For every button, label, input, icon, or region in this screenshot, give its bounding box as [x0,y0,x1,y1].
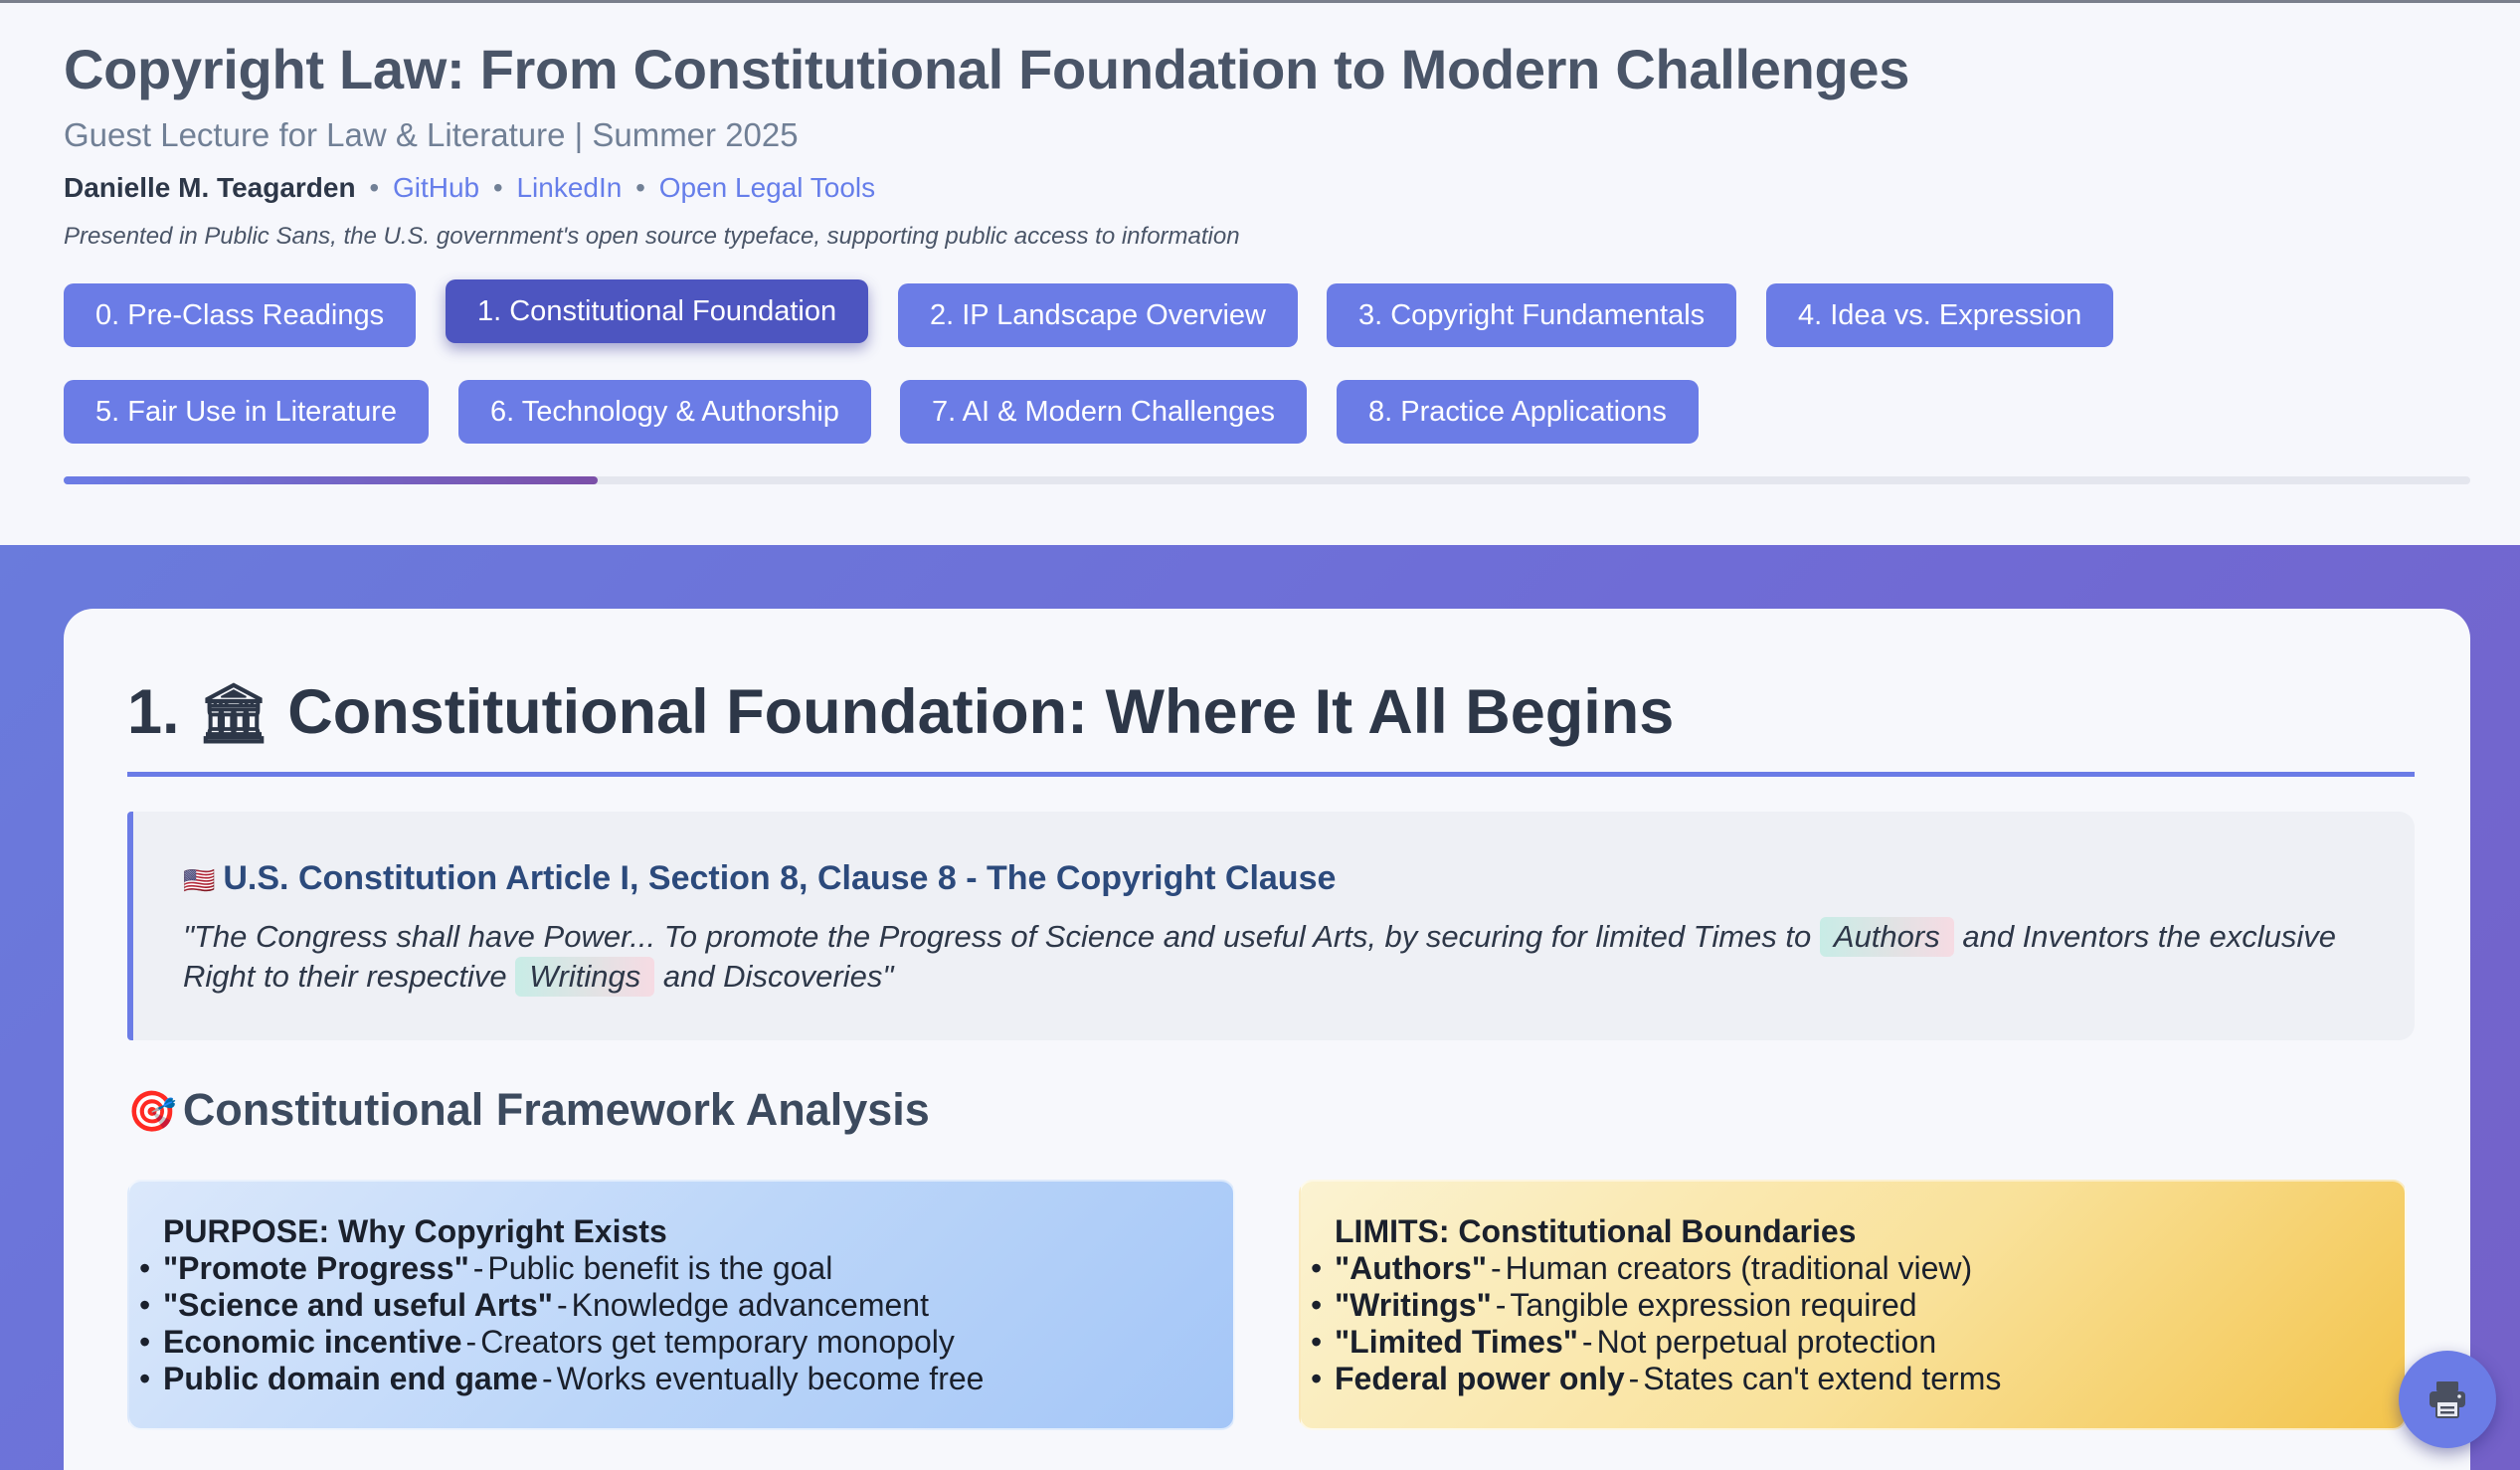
highlight-writings: Writings [515,957,655,997]
tab-pre-class-readings[interactable]: 0. Pre-Class Readings [64,283,417,347]
list-item: "Limited Times"-Not perpetual protection [1311,1324,2405,1361]
list-item-term: Federal power only [1335,1361,1625,1396]
list-item-desc: Human creators (traditional view) [1505,1250,1973,1286]
limits-box: LIMITS: Constitutional Boundaries "Autho… [1299,1180,2407,1430]
tab-idea-vs-expression[interactable]: 4. Idea vs. Expression [1766,283,2114,347]
list-item-desc: Tangible expression required [1510,1287,1917,1323]
list-item-term: "Writings" [1335,1287,1492,1323]
quote-part: "The Congress shall have Power... To pro… [183,919,1820,954]
page: Copyright Law: From Constitutional Found… [0,0,2520,1470]
framework-heading-text: Constitutional Framework Analysis [182,1084,930,1135]
tab-technology-authorship[interactable]: 6. Technology & Authorship [458,380,871,444]
list-item-desc: Not perpetual protection [1596,1324,1937,1360]
list-item-term: "Promote Progress" [163,1250,469,1286]
quote-text: "The Congress shall have Power... To pro… [183,917,2371,997]
quote-part: and Discoveries" [654,959,894,994]
list-item-term: "Authors" [1335,1250,1487,1286]
list-item-term: "Science and useful Arts" [163,1287,553,1323]
list-item: Economic incentive-Creators get temporar… [139,1324,1233,1361]
quote-heading-text: U.S. Constitution Article I, Section 8, … [223,859,1337,897]
linkedin-link[interactable]: LinkedIn [516,172,622,203]
highlight-authors: Authors [1819,917,1954,957]
list-item-desc: Knowledge advancement [571,1287,929,1323]
list-item-term: Economic incentive [163,1324,462,1360]
list-item: "Writings"-Tangible expression required [1311,1287,2405,1324]
section-card: 1. 🏛 Constitutional Foundation: Where It… [64,609,2470,1470]
progress-bar [64,476,2470,484]
list-item: "Science and useful Arts"-Knowledge adva… [139,1287,1233,1324]
purpose-box: PURPOSE: Why Copyright Exists "Promote P… [127,1180,1235,1430]
separator: • [492,172,503,203]
tab-fair-use-in-literature[interactable]: 5. Fair Use in Literature [64,380,430,444]
header: Copyright Law: From Constitutional Found… [0,0,2520,545]
list-item-desc: Works eventually become free [556,1361,985,1396]
list-item-desc: States can't extend terms [1643,1361,2002,1396]
limits-title: LIMITS: Constitutional Boundaries [1335,1213,1857,1249]
quote-heading: 🇺🇸 U.S. Constitution Article I, Section 8… [183,859,1336,898]
page-title: Copyright Law: From Constitutional Found… [64,38,1910,100]
section-title-text: Constitutional Foundation: Where It All … [287,677,1675,747]
separator: • [369,172,380,203]
list-item: Public domain end game-Works eventually … [139,1361,1233,1397]
list-item-desc: Public benefit is the goal [487,1250,833,1286]
separator: • [635,172,645,203]
open-legal-tools-link[interactable]: Open Legal Tools [659,172,875,203]
author-name: Danielle M. Teagarden [64,172,356,203]
section-number: 1. [127,677,180,747]
progress-fill [64,476,599,484]
list-item-term: Public domain end game [163,1361,538,1396]
printer-icon [2430,1381,2465,1418]
list-item-desc: Creators get temporary monopoly [480,1324,955,1360]
tab-constitutional-foundation[interactable]: 1. Constitutional Foundation [446,279,869,343]
limits-list: "Authors"-Human creators (traditional vi… [1311,1250,2405,1397]
author-line: Danielle M. Teagarden • GitHub • LinkedI… [64,172,875,204]
classical-building-icon: 🏛 [197,681,270,746]
purpose-list: "Promote Progress"-Public benefit is the… [139,1250,1233,1397]
list-item: Federal power only-States can't extend t… [1311,1361,2405,1397]
title-divider [127,772,2415,777]
list-item-term: "Limited Times" [1335,1324,1578,1360]
tab-ai-modern-challenges[interactable]: 7. AI & Modern Challenges [900,380,1307,444]
us-flag-icon: 🇺🇸 [183,865,216,895]
target-icon: 🎯 [127,1090,177,1134]
list-item: "Authors"-Human creators (traditional vi… [1311,1250,2405,1287]
tab-copyright-fundamentals[interactable]: 3. Copyright Fundamentals [1327,283,1737,347]
list-item: "Promote Progress"-Public benefit is the… [139,1250,1233,1287]
section-title: 1. 🏛 Constitutional Foundation: Where It… [127,676,1674,748]
github-link[interactable]: GitHub [393,172,479,203]
constitution-quote: 🇺🇸 U.S. Constitution Article I, Section 8… [127,812,2415,1040]
framework-heading: 🎯 Constitutional Framework Analysis [127,1084,930,1136]
typeface-note: Presented in Public Sans, the U.S. gover… [64,223,1240,250]
tab-ip-landscape-overview[interactable]: 2. IP Landscape Overview [898,283,1298,347]
page-subtitle: Guest Lecture for Law & Literature | Sum… [64,116,799,153]
print-button[interactable] [2399,1351,2496,1448]
tab-practice-applications[interactable]: 8. Practice Applications [1337,380,1699,444]
purpose-title: PURPOSE: Why Copyright Exists [163,1213,667,1249]
